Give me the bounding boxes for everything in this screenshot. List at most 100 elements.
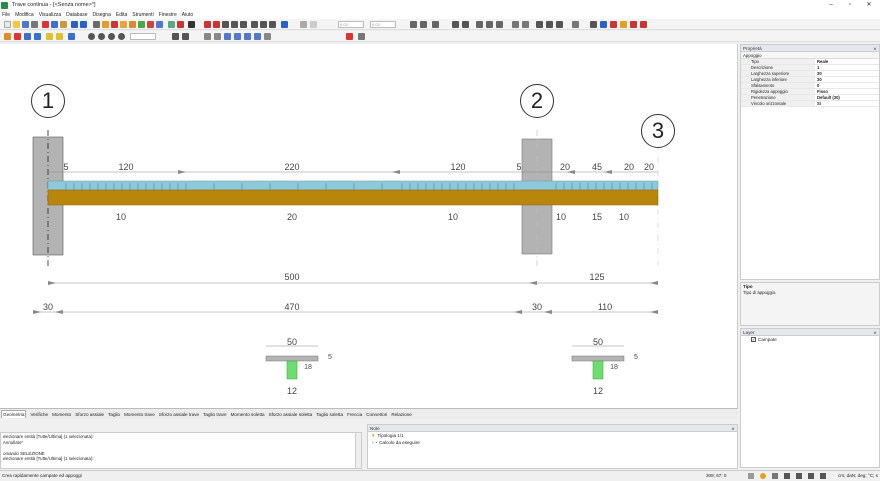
tab-taglio-soletta[interactable]: Taglio soletta xyxy=(316,412,343,417)
tool-icon[interactable] xyxy=(410,21,417,28)
tool-icon[interactable] xyxy=(620,21,627,28)
tool-icon[interactable] xyxy=(240,21,247,28)
tool-icon[interactable] xyxy=(46,33,53,40)
tool-icon[interactable] xyxy=(168,21,175,28)
zoom-out-icon[interactable] xyxy=(98,33,105,40)
tool-icon[interactable] xyxy=(68,33,75,40)
help-icon[interactable] xyxy=(600,21,607,28)
menu-finestre[interactable]: Finestre xyxy=(159,12,177,18)
flag-icon[interactable] xyxy=(640,21,647,28)
copy-icon[interactable] xyxy=(51,21,58,28)
support-label-2[interactable]: 2 xyxy=(520,84,554,118)
slab-strip[interactable] xyxy=(47,180,659,191)
menu-database[interactable]: Database xyxy=(66,12,87,18)
tool-icon[interactable] xyxy=(251,21,258,28)
tool-icon[interactable] xyxy=(630,21,637,28)
support-label-3[interactable]: 3 xyxy=(641,114,675,148)
tool-icon[interactable] xyxy=(310,21,317,28)
menu-disegna[interactable]: Disegna xyxy=(93,12,111,18)
tool-icon[interactable] xyxy=(432,21,439,28)
tool-icon[interactable] xyxy=(93,21,100,28)
tool-icon[interactable] xyxy=(462,21,469,28)
prop-row[interactable]: Vincolo orizzontale Sì xyxy=(741,101,879,107)
rotate-icon[interactable] xyxy=(281,21,288,28)
maximize-button[interactable]: ▫ xyxy=(843,0,857,10)
menu-modifica[interactable]: Modifica xyxy=(15,12,34,18)
tab-freccia[interactable]: Freccia xyxy=(347,412,362,417)
status-icon[interactable] xyxy=(820,473,826,479)
tool-icon[interactable] xyxy=(188,21,195,28)
tool-icon[interactable] xyxy=(269,21,276,28)
tool-icon[interactable] xyxy=(34,33,41,40)
layer-item[interactable]: ✓ Campate xyxy=(741,336,879,343)
expand-icon[interactable]: › xyxy=(372,440,374,445)
support-icon[interactable] xyxy=(213,21,220,28)
zoom-field[interactable] xyxy=(130,33,156,40)
tool-icon[interactable] xyxy=(172,33,179,40)
tool-icon[interactable] xyxy=(234,33,241,40)
tab-momento[interactable]: Momento xyxy=(52,412,71,417)
tab-sforzo-assiale-soletta[interactable]: Sforzo assiale soletta xyxy=(269,412,313,417)
close-icon[interactable]: ⨯ xyxy=(731,425,735,432)
menu-strumenti[interactable]: Strumenti xyxy=(132,12,153,18)
close-button[interactable]: ✕ xyxy=(862,0,876,10)
status-icon[interactable] xyxy=(748,473,754,479)
notes-filter[interactable]: ▼ Tipologia 1/1 xyxy=(368,432,737,439)
bulb-icon[interactable] xyxy=(56,33,63,40)
zoom-in-icon[interactable] xyxy=(88,33,95,40)
filter-icon[interactable]: ▼ xyxy=(371,433,376,438)
support-icon[interactable] xyxy=(204,21,211,28)
tab-verifiche[interactable]: Verifiche xyxy=(30,412,48,417)
tab-connettori[interactable]: Connettori xyxy=(366,412,387,417)
drawing-canvas[interactable]: 1 2 3 5 120 220 120 5 20 45 20 20 10 20 … xyxy=(0,44,738,408)
offset-field-2[interactable]: 0.02 xyxy=(370,21,396,28)
tool-icon[interactable] xyxy=(120,21,127,28)
cut-icon[interactable] xyxy=(42,21,49,28)
tool-icon[interactable] xyxy=(138,21,145,28)
tool-icon[interactable] xyxy=(536,21,543,28)
print-icon[interactable] xyxy=(31,21,38,28)
tab-taglio-trave[interactable]: Taglio trave xyxy=(203,412,227,417)
tool-icon[interactable] xyxy=(222,21,229,28)
redo-icon[interactable] xyxy=(80,21,87,28)
menu-file[interactable]: File xyxy=(2,12,10,18)
menu-visualizza[interactable]: Visualizza xyxy=(39,12,61,18)
tool-icon[interactable] xyxy=(177,21,184,28)
tool-icon[interactable] xyxy=(546,21,553,28)
tool-icon[interactable] xyxy=(182,33,189,40)
tab-sforzo-assiale-trave[interactable]: Sforzo assiale trave xyxy=(159,412,199,417)
status-icon[interactable] xyxy=(772,473,778,479)
tab-relazione[interactable]: Relazione xyxy=(391,412,411,417)
bulb-icon[interactable] xyxy=(760,473,766,479)
status-icon[interactable] xyxy=(784,473,790,479)
tool-icon[interactable] xyxy=(14,33,21,40)
tool-icon[interactable] xyxy=(147,21,154,28)
tool-icon[interactable] xyxy=(24,33,31,40)
support-label-1[interactable]: 1 xyxy=(31,84,65,118)
new-file-icon[interactable] xyxy=(4,21,11,28)
tool-icon[interactable] xyxy=(264,33,271,40)
prop-value[interactable]: Sì xyxy=(815,101,879,107)
tool-icon[interactable] xyxy=(420,21,427,28)
menu-edita[interactable]: Edita xyxy=(116,12,127,18)
tool-icon[interactable] xyxy=(129,21,136,28)
section-right[interactable] xyxy=(571,345,625,380)
undo-icon[interactable] xyxy=(71,21,78,28)
warning-icon[interactable] xyxy=(346,33,353,40)
save-icon[interactable] xyxy=(22,21,29,28)
zoom-extents-icon[interactable] xyxy=(118,33,125,40)
grid-icon[interactable] xyxy=(358,33,365,40)
tool-icon[interactable] xyxy=(496,21,503,28)
checkbox-icon[interactable]: ✓ xyxy=(751,337,756,342)
notes-item[interactable]: › ▪ Calcolo da eseguire xyxy=(368,439,737,446)
tool-icon[interactable] xyxy=(244,33,251,40)
tool-icon[interactable] xyxy=(214,33,221,40)
tool-icon[interactable] xyxy=(300,21,307,28)
tool-icon[interactable] xyxy=(4,33,11,40)
command-window[interactable]: elezionare entità [Tutte/Ultima] (1 sele… xyxy=(0,432,362,469)
tool-icon[interactable] xyxy=(231,21,238,28)
pin-icon[interactable]: ⨯ xyxy=(873,329,877,336)
paste-icon[interactable] xyxy=(60,21,67,28)
tool-icon[interactable] xyxy=(156,21,163,28)
zoom-window-icon[interactable] xyxy=(108,33,115,40)
